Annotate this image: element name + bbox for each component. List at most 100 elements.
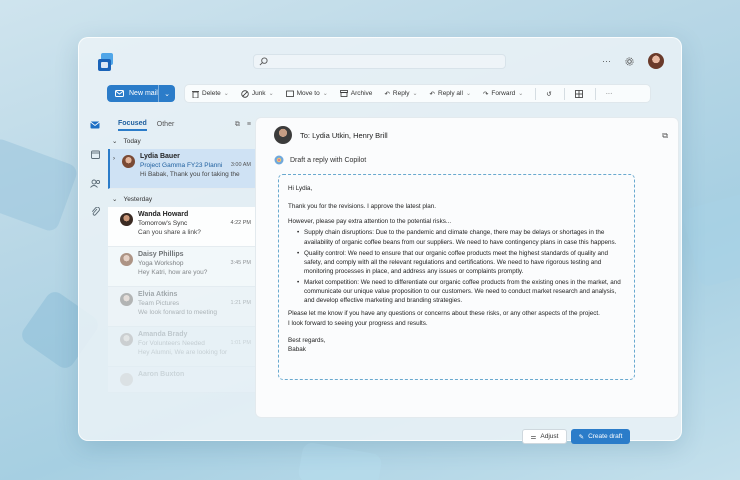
chevron-down-icon: ⌄ xyxy=(518,91,524,97)
archive-icon xyxy=(339,90,348,97)
more-options-button[interactable]: ··· xyxy=(602,56,611,66)
block-icon xyxy=(241,89,249,98)
group-today[interactable]: ⌄ Today xyxy=(108,133,255,149)
toolbar-more-button[interactable]: ··· xyxy=(606,90,613,97)
message-preview: Hi Babak, Thank you for taking the xyxy=(140,171,240,178)
background-shape xyxy=(297,441,383,480)
toolbar-divider xyxy=(535,87,537,100)
view-layout-button[interactable] xyxy=(574,89,583,98)
people-icon xyxy=(89,179,100,188)
message-time: 4:22 PM xyxy=(230,220,251,226)
message-row[interactable]: Amanda Brady For Volunteers Needed 1:01 P… xyxy=(108,327,255,367)
message-preview: Can you share a link? xyxy=(138,229,201,236)
risk-item: Market competition: We need to different… xyxy=(297,278,625,305)
message-row[interactable]: Wanda Howard Tomorrow's Sync 4:22 PM Can … xyxy=(108,207,255,247)
message-preview: We look forward to meeting xyxy=(138,309,217,316)
pen-sparkle-icon: ✎ xyxy=(578,433,585,441)
copilot-label: Draft a reply with Copilot xyxy=(290,156,367,164)
message-row[interactable]: Aaron Buxton xyxy=(108,367,255,393)
title-bar-controls: ··· xyxy=(602,53,664,69)
undo-button[interactable]: ↺ xyxy=(546,90,551,98)
mail-icon xyxy=(90,121,100,129)
new-mail-dropdown[interactable]: ⌄ xyxy=(159,90,175,98)
chevron-down-icon: ⌄ xyxy=(112,196,118,203)
sender-avatar xyxy=(120,373,133,386)
reply-all-button[interactable]: ↶ Reply all ⌄ xyxy=(430,90,471,98)
rail-mail[interactable] xyxy=(88,118,102,132)
sender-avatar xyxy=(120,333,133,346)
user-avatar[interactable] xyxy=(648,53,664,69)
adjust-label: Adjust xyxy=(540,433,559,440)
calendar-icon xyxy=(90,150,100,159)
message-subject: Team Pictures xyxy=(138,300,180,307)
message-preview: Hey Katri, how are you? xyxy=(138,269,208,276)
background-shape xyxy=(680,192,740,288)
message-row[interactable]: › Lydia Bauer Project Gamma FY23 Planni 3… xyxy=(108,149,255,189)
chevron-down-icon: ⌄ xyxy=(223,91,229,97)
chevron-right-icon[interactable]: › xyxy=(113,156,115,162)
pop-out-icon[interactable]: ⧉ xyxy=(662,131,668,141)
message-time: 1:21 PM xyxy=(230,300,251,306)
message-row[interactable]: Daisy Phillips Yoga Workshop 3:45 PM Hey … xyxy=(108,247,255,287)
folder-move-icon xyxy=(285,90,294,97)
tab-other[interactable]: Other xyxy=(157,121,175,130)
draft-paragraph: Thank you for the revisions. I approve t… xyxy=(288,203,437,211)
sender-name: Amanda Brady xyxy=(138,331,188,338)
reply-button[interactable]: ↶ Reply ⌄ xyxy=(384,90,417,98)
move-to-button[interactable]: Move to ⌄ xyxy=(285,90,328,97)
forward-label: Forward xyxy=(491,90,516,97)
message-subject: For Volunteers Needed xyxy=(138,340,205,347)
risk-item: Supply chain disruptions: Due to the pan… xyxy=(297,228,625,246)
create-draft-label: Create draft xyxy=(588,433,623,440)
archive-button[interactable]: Archive xyxy=(339,90,373,97)
reading-pane: To: Lydia Utkin, Henry Brill ⧉ Draft a r… xyxy=(255,117,679,444)
rail-attachments[interactable] xyxy=(88,205,102,219)
rail-people[interactable] xyxy=(88,176,102,190)
group-yesterday[interactable]: ⌄ Yesterday xyxy=(108,191,255,207)
search-input[interactable] xyxy=(253,54,506,69)
sender-avatar xyxy=(122,155,135,168)
archive-label: Archive xyxy=(350,90,373,97)
select-mode-icon[interactable]: ⧉ xyxy=(235,121,240,129)
copilot-icon xyxy=(274,155,284,165)
undo-icon: ↺ xyxy=(546,90,552,98)
sender-name: Lydia Bauer xyxy=(140,153,180,160)
mail-icon xyxy=(115,90,124,97)
layout-grid-icon xyxy=(574,89,583,98)
new-mail-label: New mail xyxy=(129,90,158,97)
sender-avatar xyxy=(120,213,133,226)
reply-label: Reply xyxy=(392,90,410,97)
move-to-label: Move to xyxy=(296,90,320,97)
message-subject: Tomorrow's Sync xyxy=(138,220,188,227)
forward-button[interactable]: ↷ Forward ⌄ xyxy=(483,90,523,98)
message-subject: Project Gamma FY23 Planni xyxy=(140,162,223,169)
sender-avatar xyxy=(120,293,133,306)
sender-name: Daisy Phillips xyxy=(138,251,184,258)
message-time: 3:45 PM xyxy=(230,260,251,266)
message-time: 3:00 AM xyxy=(230,162,251,168)
message-row[interactable]: Elvia Atkins Team Pictures 1:21 PM We loo… xyxy=(108,287,255,327)
draft-text-area[interactable]: Hi Lydia, Thank you for the revisions. I… xyxy=(278,174,635,380)
sender-name: Elvia Atkins xyxy=(138,291,178,298)
paperclip-icon xyxy=(91,207,100,216)
trash-icon xyxy=(192,90,199,98)
junk-button[interactable]: Junk ⌄ xyxy=(241,89,274,98)
delete-button[interactable]: Delete ⌄ xyxy=(192,90,229,98)
toolbar-divider xyxy=(594,87,596,100)
draft-paragraph: Please let me know if you have any quest… xyxy=(288,310,600,318)
tab-focused[interactable]: Focused xyxy=(118,120,147,131)
create-draft-button[interactable]: ✎ Create draft xyxy=(571,429,630,444)
adjust-button[interactable]: ⚌ Adjust xyxy=(522,429,567,444)
rail-calendar[interactable] xyxy=(88,147,102,161)
settings-gear-icon[interactable] xyxy=(625,56,634,66)
outlook-window: ··· New mail ⌄ Delete ⌄ Junk ⌄ Move to ⌄… xyxy=(78,37,682,444)
new-mail-button[interactable]: New mail ⌄ xyxy=(107,85,175,102)
inbox-tabs: Focused Other ⧉ ≡ xyxy=(108,117,255,133)
filter-icon[interactable]: ≡ xyxy=(247,121,251,129)
risk-item: Quality control: We need to ensure that … xyxy=(297,249,625,276)
outlook-logo-icon xyxy=(98,53,113,71)
message-subject: Yoga Workshop xyxy=(138,260,184,267)
chevron-down-icon: ⌄ xyxy=(465,91,471,97)
copilot-prompt[interactable]: Draft a reply with Copilot xyxy=(274,155,366,165)
recipients-line[interactable]: To: Lydia Utkin, Henry Brill xyxy=(274,126,388,144)
